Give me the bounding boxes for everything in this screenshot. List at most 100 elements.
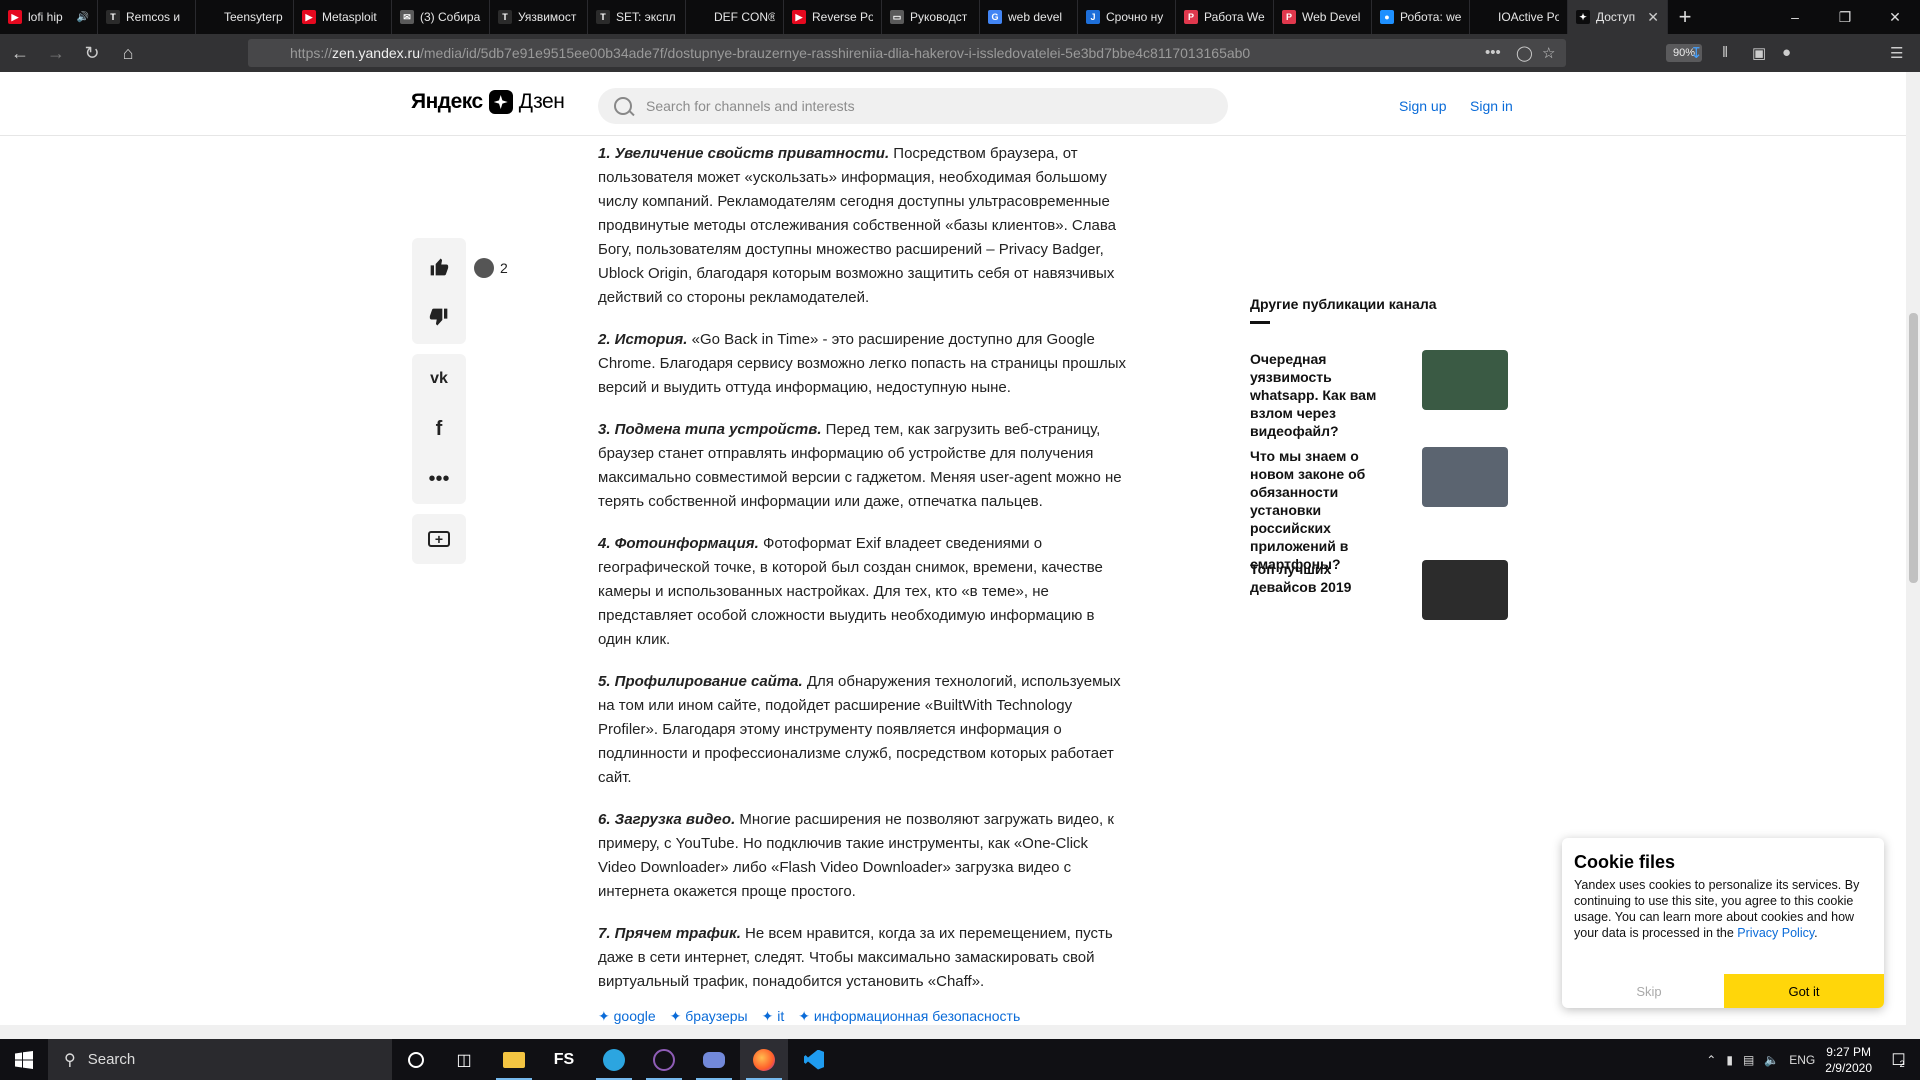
browser-tab[interactable]: ▶ Reverse Po — [784, 0, 882, 34]
download-icon[interactable]: ↧ — [1690, 44, 1703, 62]
article-paragraph: 5. Профилирование сайта. Для обнаружения… — [598, 670, 1128, 790]
yandex-zen-logo[interactable]: Яндекс Дзен — [411, 90, 565, 114]
minimize-icon[interactable]: – — [1770, 0, 1820, 34]
tab-label: Teensyterp — [224, 10, 283, 24]
tab-favicon-icon: P — [1184, 10, 1198, 24]
home-button[interactable]: ⌂ — [112, 37, 144, 69]
browser-tab[interactable]: P Работа We — [1176, 0, 1274, 34]
tag-link[interactable]: ✦ google — [598, 1008, 656, 1025]
taskbar-viber[interactable] — [640, 1039, 688, 1080]
close-tab-icon[interactable]: ✕ — [1647, 9, 1659, 26]
search-input[interactable]: Search for channels and interests — [598, 88, 1228, 124]
menu-icon[interactable]: ☰ — [1890, 44, 1903, 62]
taskbar-explorer[interactable] — [490, 1039, 538, 1080]
like-button[interactable] — [412, 242, 466, 292]
browser-tab[interactable]: J Срочно ну — [1078, 0, 1176, 34]
start-button[interactable] — [0, 1039, 48, 1080]
network-icon[interactable]: ▤ — [1743, 1053, 1754, 1067]
tag-link[interactable]: ✦ браузеры — [670, 1008, 748, 1025]
browser-tab[interactable]: ✦ Доступ ✕ — [1568, 0, 1668, 34]
browser-tab[interactable]: ● Робота: we — [1372, 0, 1470, 34]
back-button[interactable]: ← — [4, 37, 36, 69]
dislike-button[interactable] — [412, 292, 466, 342]
browser-tab[interactable]: T Уязвимост — [490, 0, 588, 34]
fs-icon: FS — [553, 1050, 575, 1068]
taskbar-fs-app[interactable]: FS — [540, 1039, 588, 1080]
facebook-icon: f — [435, 417, 443, 440]
reload-button[interactable]: ↻ — [76, 37, 108, 69]
chevron-up-icon[interactable]: ⌃ — [1706, 1053, 1716, 1067]
vk-share-button[interactable]: vk — [412, 354, 466, 404]
tab-label: DEF CON® — [714, 10, 775, 24]
article-paragraph: 6. Загрузка видео. Многие расширения не … — [598, 808, 1128, 904]
browser-tab[interactable]: IOActive Powe — [1470, 0, 1568, 34]
bookmark-star-icon[interactable]: ☆ — [1542, 44, 1555, 62]
new-tab-button[interactable]: + — [1668, 0, 1702, 34]
scrollbar-thumb[interactable] — [1909, 313, 1918, 583]
more-share-button[interactable]: ••• — [412, 454, 466, 504]
likers-summary[interactable]: 2 — [474, 258, 508, 278]
browser-tab[interactable]: Gweb devel — [980, 0, 1078, 34]
browser-tab[interactable]: T Remcos и — [98, 0, 196, 34]
privacy-policy-link[interactable]: Privacy Policy — [1737, 926, 1814, 940]
tab-favicon-icon: ✦ — [1576, 10, 1590, 24]
more-icon[interactable]: ••• — [1485, 44, 1501, 61]
browser-tab[interactable]: P Web Devel — [1274, 0, 1372, 34]
tab-favicon-icon: ▶ — [792, 10, 806, 24]
tab-label: Reverse Po — [812, 10, 873, 24]
tab-favicon-icon: ✉ — [400, 10, 414, 24]
maximize-icon[interactable]: ❐ — [1820, 0, 1870, 34]
other-posts-heading: Другие публикации канала — [1250, 296, 1437, 312]
url-bar[interactable]: https://zen.yandex.ru/media/id/5db7e91e9… — [248, 39, 1702, 67]
browser-tab[interactable]: T SET: экспл — [588, 0, 686, 34]
tag-link[interactable]: ✦ информационная безопасность — [798, 1008, 1020, 1025]
notification-center-button[interactable]: ☐ 2 — [1876, 1039, 1920, 1080]
browser-tab[interactable]: ✉ (3) Собира — [392, 0, 490, 34]
article-paragraph: 7. Прячем трафик. Не всем нравится, когд… — [598, 922, 1128, 994]
browser-tab[interactable]: ▶ Metasploit — [294, 0, 392, 34]
cookie-accept-button[interactable]: Got it — [1724, 974, 1884, 1008]
tab-audio-icon[interactable]: 🔊 — [77, 12, 89, 23]
taskbar-vscode[interactable] — [790, 1039, 838, 1080]
volume-icon[interactable]: 🔈 — [1764, 1053, 1779, 1067]
sign-in-link[interactable]: Sign in — [1470, 98, 1513, 114]
other-post-title: Топ лучших девайсов 2019 — [1250, 561, 1352, 595]
clock-date: 2/9/2020 — [1825, 1060, 1872, 1075]
account-icon[interactable]: ● — [1782, 44, 1791, 61]
sign-up-link[interactable]: Sign up — [1399, 98, 1446, 114]
viber-icon — [653, 1048, 675, 1071]
close-window-icon[interactable]: ✕ — [1870, 0, 1920, 34]
tab-label: Remcos и — [126, 10, 181, 24]
battery-icon[interactable]: ▮ — [1726, 1053, 1733, 1067]
clock[interactable]: 9:27 PM 2/9/2020 — [1825, 1044, 1872, 1076]
window-controls: – ❐ ✕ — [1770, 0, 1920, 34]
browser-tab[interactable]: DEF CON® — [686, 0, 784, 34]
likes-count: 2 — [500, 260, 508, 276]
forward-button[interactable]: → — [40, 37, 72, 69]
paragraph-heading: 2. История. — [598, 331, 688, 348]
tab-favicon-icon: J — [1086, 10, 1100, 24]
browser-tab[interactable]: ▭ Руководст — [882, 0, 980, 34]
facebook-share-button[interactable]: f — [412, 404, 466, 454]
task-view-button[interactable]: ◫ — [440, 1039, 488, 1080]
cookie-skip-button[interactable]: Skip — [1574, 974, 1724, 1008]
sidebar-icon[interactable]: ▣ — [1752, 44, 1766, 62]
pocket-icon[interactable]: ◯ — [1516, 44, 1533, 62]
language-indicator[interactable]: ENG — [1789, 1053, 1815, 1067]
taskbar-telegram[interactable] — [590, 1039, 638, 1080]
browser-tab[interactable]: ▶ lofi hip 🔊 — [0, 0, 98, 34]
taskbar-firefox[interactable] — [740, 1039, 788, 1080]
cortana-button[interactable] — [392, 1039, 440, 1080]
browser-tab[interactable]: Teensyterp — [196, 0, 294, 34]
heading-underline — [1250, 321, 1270, 324]
tab-label: IOActive Powe — [1498, 10, 1559, 24]
tag-link[interactable]: ✦ it — [762, 1008, 785, 1025]
add-box-icon: + — [428, 531, 450, 547]
tab-label: Робота: we — [1400, 10, 1461, 24]
taskbar-discord[interactable] — [690, 1039, 738, 1080]
library-icon[interactable]: ‖ — [1722, 44, 1728, 61]
taskbar-search[interactable]: ⚲ Search — [48, 1039, 392, 1080]
add-to-collection-button[interactable]: + — [412, 514, 466, 564]
horizontal-scrollbar[interactable] — [0, 1025, 1920, 1039]
article-paragraph: 4. Фотоинформация. Фотоформат Exif владе… — [598, 532, 1128, 652]
